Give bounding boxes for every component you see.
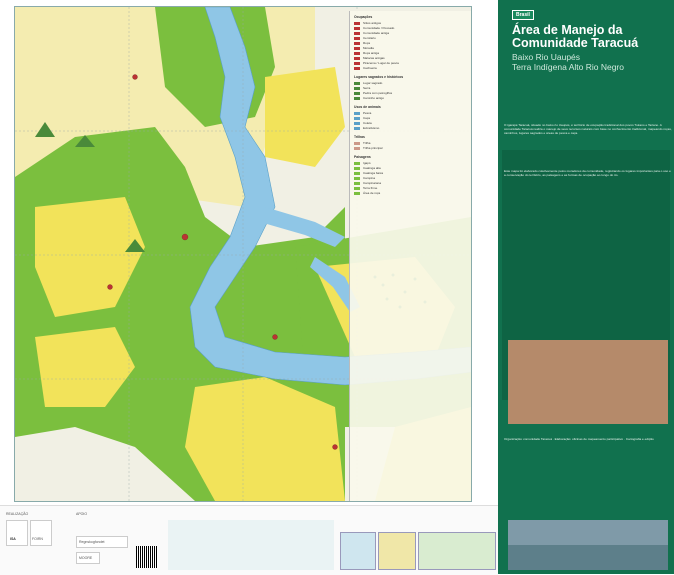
locator-map-brazil[interactable] — [340, 532, 376, 570]
apoio-label: APOIO — [76, 512, 88, 516]
river-illustration — [168, 520, 334, 570]
intro-paragraph: O igarapé Taracuá, situado no baixo rio … — [504, 123, 672, 135]
legend-swatch — [354, 81, 360, 85]
legend-swatch — [354, 176, 360, 180]
legend-item: Caça — [363, 116, 371, 120]
legend-item: Terra firme — [363, 186, 378, 190]
logo-isa-label: ISA — [10, 537, 16, 541]
logo-foirn[interactable]: FOIRN — [30, 520, 52, 546]
legend-item: Moradia — [363, 46, 374, 50]
legend-swatch — [354, 171, 360, 175]
legend-item: Igapó — [363, 161, 371, 165]
legend-heading: Paisagens — [354, 155, 371, 159]
legend-item: Pesca — [363, 111, 372, 115]
legend-item: Campinarana — [363, 181, 382, 185]
realizacao-label: REALIZAÇÃO — [6, 512, 29, 516]
legend-swatch — [354, 121, 360, 125]
legend-swatch — [354, 186, 360, 190]
legend-swatch — [354, 51, 360, 55]
info-panel — [498, 0, 674, 574]
logo-foirn-label: FOIRN — [32, 537, 43, 541]
legend-swatch — [354, 66, 360, 70]
legend-swatch — [354, 191, 360, 195]
legend-swatch — [354, 141, 360, 145]
legend-item: Sítios antigos — [363, 21, 382, 25]
subtitle-1: Baixo Rio Uaupés — [512, 52, 581, 62]
legend-item: Caminho antigo — [363, 96, 385, 100]
brand-badge: Brasil — [512, 10, 534, 20]
legend-item: Piracema / Lugar de pesca — [363, 61, 399, 65]
locator-map-region[interactable] — [378, 532, 416, 570]
legend-item: Cachoeira — [363, 66, 377, 70]
legend-item: Extrativismo — [363, 126, 380, 130]
logo-regnskogfondet[interactable]: Regnskogfondet — [76, 536, 128, 548]
page-title: Área de Manejo da Comunidade Taracuá — [512, 23, 639, 50]
subtitle-2: Terra Indígena Alto Rio Negro — [512, 62, 624, 72]
credits: Organização: comunidade Taracuá · Elabor… — [504, 437, 654, 441]
legend-heading: Ocupações — [354, 15, 373, 19]
legend-item: Cemitério — [363, 36, 376, 40]
logo-moore-label: MOORE — [79, 556, 93, 560]
legend-item: Caatinga baixa — [363, 171, 384, 175]
legend-swatch — [354, 96, 360, 100]
map-frame[interactable]: Ocupações Sítios antigos Comunidade / Povo… — [14, 6, 472, 502]
legend-swatch — [354, 91, 360, 95]
legend-item: Comunidade / Povoado — [363, 26, 395, 30]
legend-heading: Usos de animais — [354, 105, 381, 109]
legend-item: Roça — [363, 41, 371, 45]
legend-item: Malocas antigas — [363, 56, 385, 60]
logo-regnskog-label: Regnskogfondet — [79, 540, 105, 544]
legend-swatch — [354, 116, 360, 120]
legend-swatch — [354, 166, 360, 170]
legend-swatch — [354, 36, 360, 40]
legend-heading: Lugares sagrados e históricos — [354, 75, 404, 79]
legend-swatch — [354, 126, 360, 130]
legend-item: Comunidade antiga — [363, 31, 390, 35]
legend-swatch — [354, 26, 360, 30]
barcode — [136, 546, 158, 568]
legend-swatch — [354, 161, 360, 165]
legend-item: Roça antiga — [363, 51, 380, 55]
legend-swatch — [354, 111, 360, 115]
legend-item: Área de roça — [363, 191, 381, 195]
legend-swatch — [354, 146, 360, 150]
legend-swatch — [354, 61, 360, 65]
legend-item: Campina — [363, 176, 376, 180]
legend-swatch — [354, 86, 360, 90]
legend-item: Trilha principal — [363, 146, 383, 150]
legend-swatch — [354, 21, 360, 25]
legend-item: Serra — [363, 86, 371, 90]
legend-item: Coleta — [363, 121, 372, 125]
panel-decor — [502, 150, 670, 570]
legend-item: Caatinga alta — [363, 166, 381, 170]
locator-map-detail[interactable] — [418, 532, 496, 570]
logo-moore[interactable]: MOORE — [76, 552, 100, 564]
logo-isa[interactable]: ISA — [6, 520, 28, 546]
legend-swatch — [354, 56, 360, 60]
legend-item: Lugar sagrado — [363, 81, 383, 85]
legend-item: Pedra com petroglifos — [363, 91, 393, 95]
legend-swatch — [354, 181, 360, 185]
legend-swatch — [354, 46, 360, 50]
legend-swatch — [354, 41, 360, 45]
legend-heading: Trilhas — [354, 135, 365, 139]
legend-item: Trilha — [363, 141, 371, 145]
legend-swatch — [354, 31, 360, 35]
body-paragraph: Este mapa foi elaborado coletivamente pe… — [504, 169, 671, 177]
map-legend: Ocupações Sítios antigos Comunidade / Povo… — [349, 11, 471, 501]
